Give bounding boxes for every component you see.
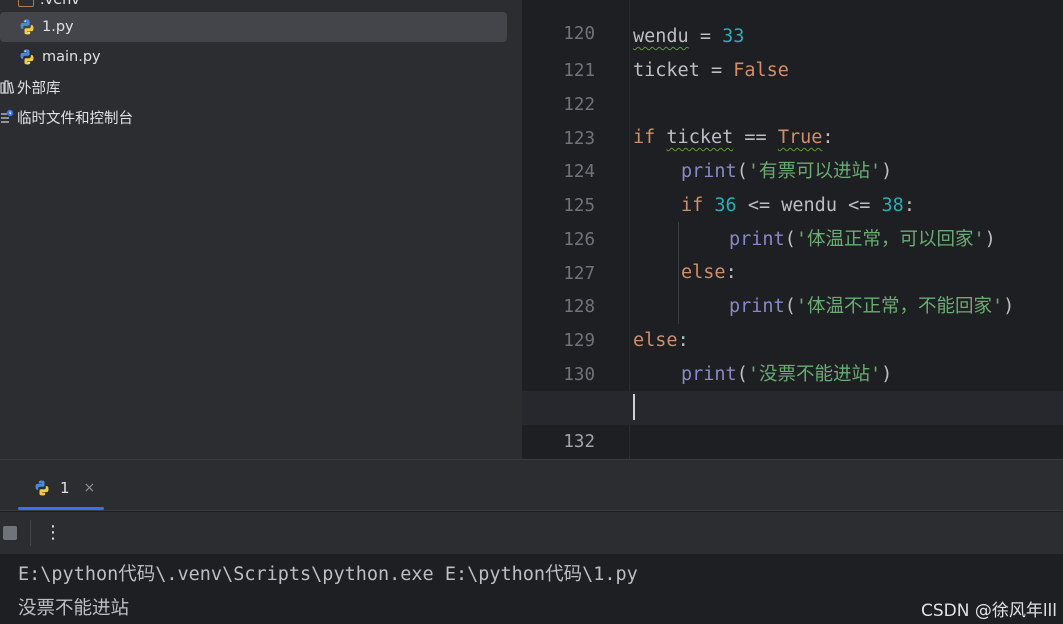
tree-item-label: 临时文件和控制台 (17, 110, 133, 127)
run-toolbar (0, 512, 1063, 554)
run-tab-1[interactable]: 1 × (18, 470, 104, 506)
close-icon[interactable]: × (84, 480, 96, 496)
operator: = (699, 60, 734, 81)
keyword: if (633, 127, 656, 148)
console-command-line: E:\python代码\.venv\Scripts\python.exe E:\… (18, 564, 638, 585)
tree-item-mainpy[interactable]: main.py (18, 42, 101, 72)
variable-name: wendu (781, 195, 837, 216)
function-name: print (681, 364, 737, 385)
console-output-line: 没票不能进站 (18, 598, 130, 619)
folder-icon (18, 0, 34, 7)
string-literal: '没票不能进站' (747, 364, 882, 385)
stop-icon[interactable] (3, 526, 17, 540)
project-tree-panel: .venv 1.py main.py 外部库 临时文件和控制台 (0, 0, 522, 459)
tree-item-1py[interactable]: 1.py (0, 12, 507, 42)
code-line: 123 (522, 88, 1063, 149)
tree-item-label: 外部库 (17, 80, 61, 97)
code-line: 124 if ticket == True: (522, 121, 1063, 182)
variable-name: ticket (633, 60, 700, 81)
python-file-icon (20, 19, 34, 35)
scratch-console-icon (1, 109, 14, 123)
colon: : (677, 330, 689, 351)
code-line: 129 print('体温不正常，不能回家') (522, 290, 1063, 351)
tree-item-external-libraries[interactable]: 外部库 (0, 72, 61, 102)
code-line: 126 if 36 <= wendu <= 38: (522, 189, 1063, 250)
run-tab-label: 1 (60, 479, 70, 497)
variable-name: wendu (633, 26, 689, 47)
run-tool-window: 1 × ⋮ E:\python代码\.venv\Scripts\python.e… (0, 459, 1063, 624)
run-tab-bar: 1 × (0, 460, 1063, 511)
csdn-watermark: CSDN @徐风年lll (920, 601, 1057, 621)
operator: <= (836, 195, 882, 216)
code-line: 127 print('体温正常，可以回家') (522, 223, 1063, 284)
active-tab-indicator (18, 507, 104, 510)
code-line: 121 wendu = 33 (522, 20, 1063, 81)
python-run-icon (35, 480, 49, 496)
code-line: 133 (522, 425, 1063, 459)
keyword: else (633, 330, 678, 351)
code-line: 122 ticket = False (522, 54, 1063, 115)
operator: == (733, 127, 778, 148)
tree-item-scratches[interactable]: 临时文件和控制台 (0, 102, 133, 132)
operator: = (688, 26, 723, 47)
colon: : (822, 127, 834, 148)
colon: : (903, 195, 915, 216)
code-line: 131 print('没票不能进站') (522, 358, 1063, 419)
variable-name: ticket (666, 127, 734, 148)
function-name: print (729, 229, 785, 250)
python-file-icon (20, 49, 34, 65)
string-literal: '体温不正常，不能回家' (795, 296, 1004, 317)
string-literal: '有票可以进站' (747, 161, 882, 182)
text-caret (633, 394, 635, 420)
function-name: print (681, 161, 737, 182)
number-literal: 38 (881, 195, 904, 216)
string-literal: '体温正常，可以回家' (795, 229, 985, 250)
more-options-icon[interactable]: ⋮ (44, 521, 62, 545)
tree-item-label: 1.py (42, 19, 74, 35)
toolbar-separator (30, 520, 31, 546)
code-line: 130 else: (522, 324, 1063, 385)
library-icon (0, 80, 14, 94)
code-line: 125 print('有票可以进站') (522, 155, 1063, 216)
code-editor[interactable]: 120 121 wendu = 33 122 ticket = False 12… (522, 0, 1063, 459)
current-code-line: 132 (522, 391, 1063, 452)
number-literal: 33 (722, 26, 745, 47)
bool-literal: False (733, 60, 789, 81)
tree-item-label: .venv (40, 0, 80, 8)
code-line: 120 (522, 0, 1063, 44)
operator: <= (736, 195, 782, 216)
keyword: else (681, 262, 726, 283)
colon: : (725, 262, 737, 283)
keyword: if (681, 195, 704, 216)
code-line: 128 else: (522, 256, 1063, 317)
tree-item-label: main.py (42, 49, 101, 65)
number-literal: 36 (714, 195, 737, 216)
bool-literal: True (777, 127, 823, 148)
function-name: print (729, 296, 785, 317)
